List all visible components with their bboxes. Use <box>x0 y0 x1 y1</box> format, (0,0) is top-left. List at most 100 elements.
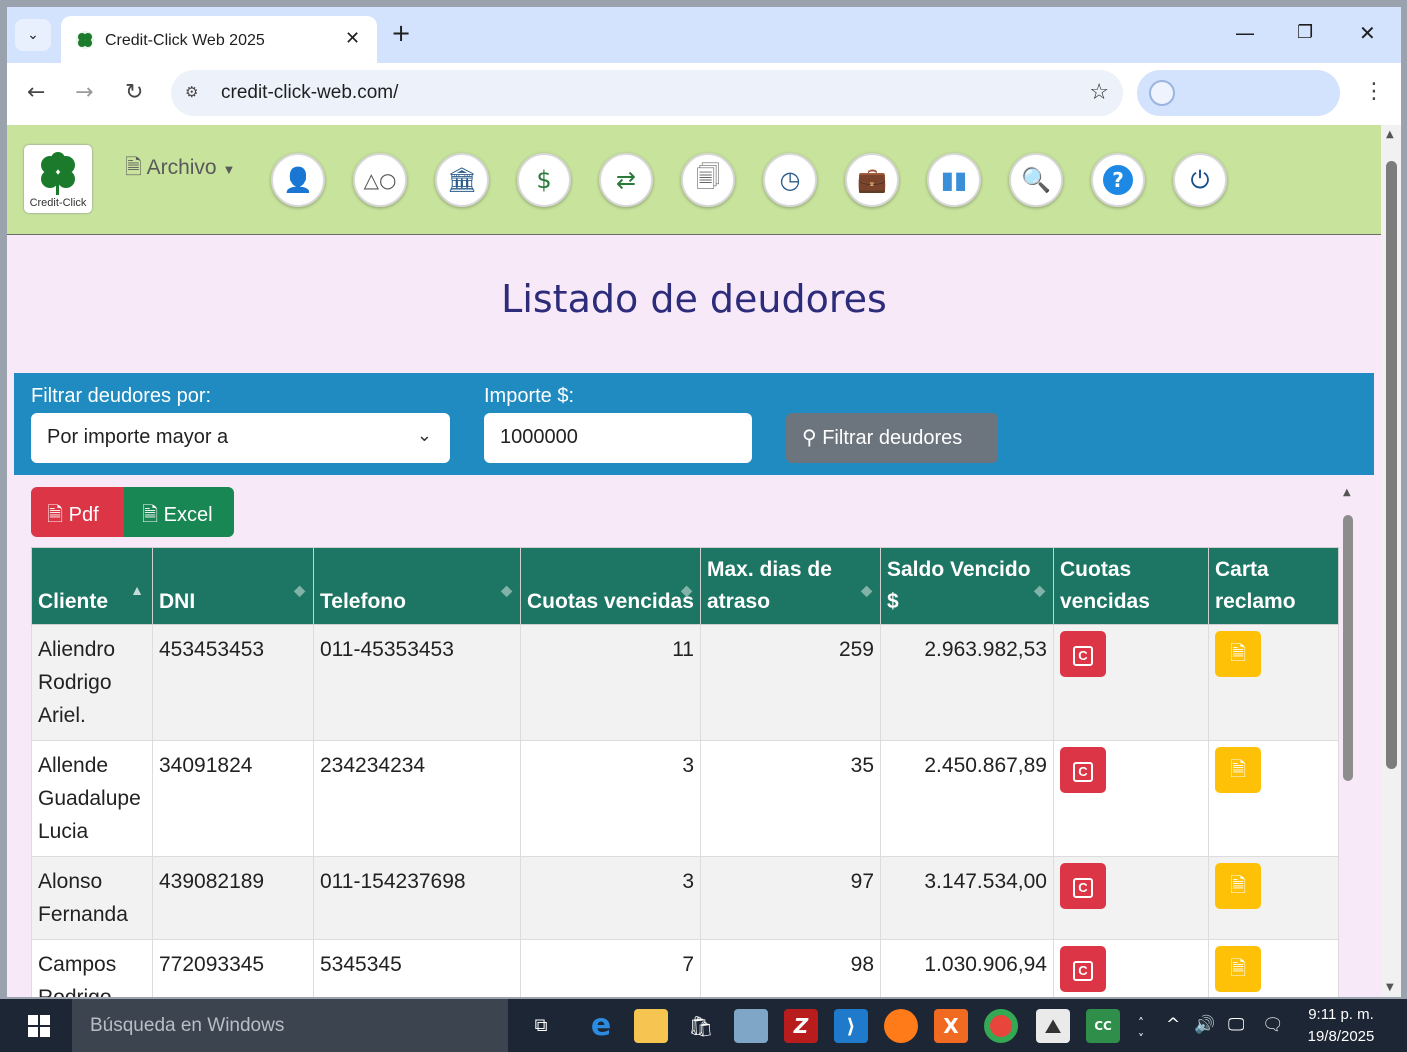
minimize-icon[interactable]: — <box>1235 21 1255 45</box>
scroll-down-icon[interactable]: ▼ <box>1386 982 1394 993</box>
cell-max-dias: 98 <box>700 939 881 997</box>
tab-close-icon[interactable]: ✕ <box>345 28 360 49</box>
cuotas-vencidas-button[interactable]: C <box>1060 631 1106 677</box>
taskbar-search-input[interactable]: Búsqueda en Windows <box>72 999 508 1052</box>
amount-input[interactable]: 1000000 <box>484 413 752 463</box>
filter-bar: Filtrar deudores por: Por importe mayor … <box>14 373 1374 475</box>
browser-window: ⌄ Credit-Click Web 2025 ✕ + — ❐ ✕ ← → ↻ … <box>7 7 1401 997</box>
page-scrollbar[interactable]: ▲ ▼ <box>1381 125 1401 997</box>
nav-chart-button[interactable]: ▮▮ <box>927 153 981 207</box>
bar-chart-icon: ▮▮ <box>940 166 968 194</box>
col-header-dni[interactable]: DNI ◆ <box>152 547 314 625</box>
document-icon: 🗎 <box>1229 643 1247 665</box>
url-text[interactable]: credit-click-web.com/ <box>221 82 398 104</box>
archivo-menu[interactable]: 🗎 Archivo ▼ <box>125 153 235 188</box>
nav-bank-button[interactable]: 🏛 <box>435 153 489 207</box>
new-tab-button[interactable]: + <box>391 21 411 45</box>
carta-reclamo-button[interactable]: 🗎 <box>1215 946 1261 992</box>
cuotas-c-icon: C <box>1073 961 1093 981</box>
amount-label: Importe $: <box>484 385 575 407</box>
file-explorer-icon[interactable] <box>634 1009 668 1043</box>
photos-icon[interactable]: ⛰ <box>1036 1009 1070 1043</box>
forward-icon[interactable]: → <box>75 81 93 105</box>
nav-briefcase-button[interactable]: 💼 <box>845 153 899 207</box>
nav-document-button[interactable]: 🗐 <box>681 153 735 207</box>
nav-money-button[interactable]: $ <box>517 153 571 207</box>
document-icon: 🗎 <box>1229 759 1247 781</box>
notifications-icon[interactable]: 🗨 <box>1262 1015 1284 1035</box>
cuotas-vencidas-button[interactable]: C <box>1060 946 1106 992</box>
col-header-cliente[interactable]: Cliente ▲ <box>31 547 153 625</box>
xampp-icon[interactable]: X <box>934 1009 968 1043</box>
edge-icon[interactable]: e <box>584 1009 618 1043</box>
nav-shapes-button[interactable]: △○ <box>353 153 407 207</box>
chevron-down-icon: ⌄ <box>416 425 432 445</box>
browser-menu-icon[interactable]: ⋮ <box>1363 81 1385 103</box>
paint-icon[interactable] <box>734 1009 768 1043</box>
tab-search-button[interactable]: ⌄ <box>15 19 51 51</box>
document-icon: 🗐 <box>696 162 720 191</box>
profile-button[interactable] <box>1137 70 1340 116</box>
nav-power-button[interactable]: ⏻ <box>1173 153 1227 207</box>
carta-reclamo-button[interactable]: 🗎 <box>1215 863 1261 909</box>
bookmark-star-icon[interactable]: ☆ <box>1089 80 1109 105</box>
address-bar[interactable]: ⚙ credit-click-web.com/ ☆ <box>171 70 1123 116</box>
col-header-telefono[interactable]: Telefono ◆ <box>313 547 521 625</box>
nav-clock-button[interactable]: ◷ <box>763 153 817 207</box>
store-icon[interactable]: 🛍 <box>684 1009 718 1043</box>
scroll-up-icon[interactable]: ▲ <box>1343 487 1351 498</box>
nav-user-button[interactable]: 👤 <box>271 153 325 207</box>
amount-input-value: 1000000 <box>500 426 578 448</box>
filter-by-label: Filtrar deudores por: <box>31 385 212 407</box>
cell-telefono: 011-154237698 <box>313 856 521 940</box>
table-scrollbar-thumb[interactable] <box>1343 515 1353 781</box>
taskbar-clock[interactable]: 9:11 p. m. 19/8/2025 <box>1296 1004 1386 1048</box>
cell-cuotas: 3 <box>520 740 701 857</box>
network-icon[interactable]: 🖵 <box>1228 1015 1244 1035</box>
table-row: Aliendro Rodrigo Ariel. 453453453 011-45… <box>31 624 1339 741</box>
windows-start-icon[interactable] <box>28 1015 50 1037</box>
browser-tab[interactable]: Credit-Click Web 2025 ✕ <box>61 16 377 63</box>
clover-favicon-icon <box>76 31 94 49</box>
export-pdf-button[interactable]: 🗎 Pdf <box>31 487 124 537</box>
filter-debtors-button[interactable]: ⚲ Filtrar deudores <box>786 413 998 463</box>
carta-reclamo-button[interactable]: 🗎 <box>1215 747 1261 793</box>
chrome-icon[interactable] <box>984 1009 1018 1043</box>
file-icon: 🗎 <box>125 156 142 179</box>
app-logo[interactable]: Credit-Click <box>24 145 92 213</box>
header-label: Cliente <box>38 590 109 613</box>
sort-icon: ◆ <box>294 582 305 598</box>
cell-dni: 439082189 <box>152 856 314 940</box>
nav-help-button[interactable]: ? <box>1091 153 1145 207</box>
reload-icon[interactable]: ↻ <box>125 81 143 105</box>
cuotas-vencidas-button[interactable]: C <box>1060 863 1106 909</box>
col-header-saldo[interactable]: Saldo Vencido $ ◆ <box>880 547 1054 625</box>
tray-scroll-icon[interactable]: ˄ ˅ <box>1138 1015 1144 1047</box>
table-row: Allende Guadalupe Lucia 34091824 2342342… <box>31 740 1339 857</box>
cell-saldo: 3.147.534,00 <box>880 856 1054 940</box>
page-scrollbar-thumb[interactable] <box>1386 161 1397 769</box>
cuotas-vencidas-button[interactable]: C <box>1060 747 1106 793</box>
sort-asc-icon: ▲ <box>130 582 144 598</box>
show-hidden-icons-icon[interactable]: ^ <box>1166 1015 1180 1035</box>
scroll-up-icon[interactable]: ▲ <box>1386 129 1394 140</box>
export-excel-button[interactable]: 🗎 Excel <box>124 487 234 537</box>
filter-select[interactable]: Por importe mayor a ⌄ <box>31 413 450 463</box>
cell-max-dias: 259 <box>700 624 881 741</box>
nav-search-button[interactable]: 🔍 <box>1009 153 1063 207</box>
volume-icon[interactable]: 🔊 <box>1194 1015 1215 1035</box>
firefox-icon[interactable] <box>884 1009 918 1043</box>
restore-icon[interactable]: ❐ <box>1297 21 1313 45</box>
cell-cuotas: 3 <box>520 856 701 940</box>
nav-transfer-button[interactable]: ⇄ <box>599 153 653 207</box>
filezilla-icon[interactable]: Z <box>784 1009 818 1043</box>
credit-click-app-icon[interactable]: CC <box>1086 1009 1120 1043</box>
back-icon[interactable]: ← <box>27 81 45 105</box>
carta-reclamo-button[interactable]: 🗎 <box>1215 631 1261 677</box>
col-header-cuotas[interactable]: Cuotas vencidas ◆ <box>520 547 701 625</box>
vscode-icon[interactable]: ⟩ <box>834 1009 868 1043</box>
site-settings-icon[interactable]: ⚙ <box>185 83 198 101</box>
col-header-max-dias[interactable]: Max. dias de atraso ◆ <box>700 547 881 625</box>
task-view-icon[interactable]: ⧉ <box>524 1009 558 1043</box>
window-close-icon[interactable]: ✕ <box>1359 21 1376 45</box>
